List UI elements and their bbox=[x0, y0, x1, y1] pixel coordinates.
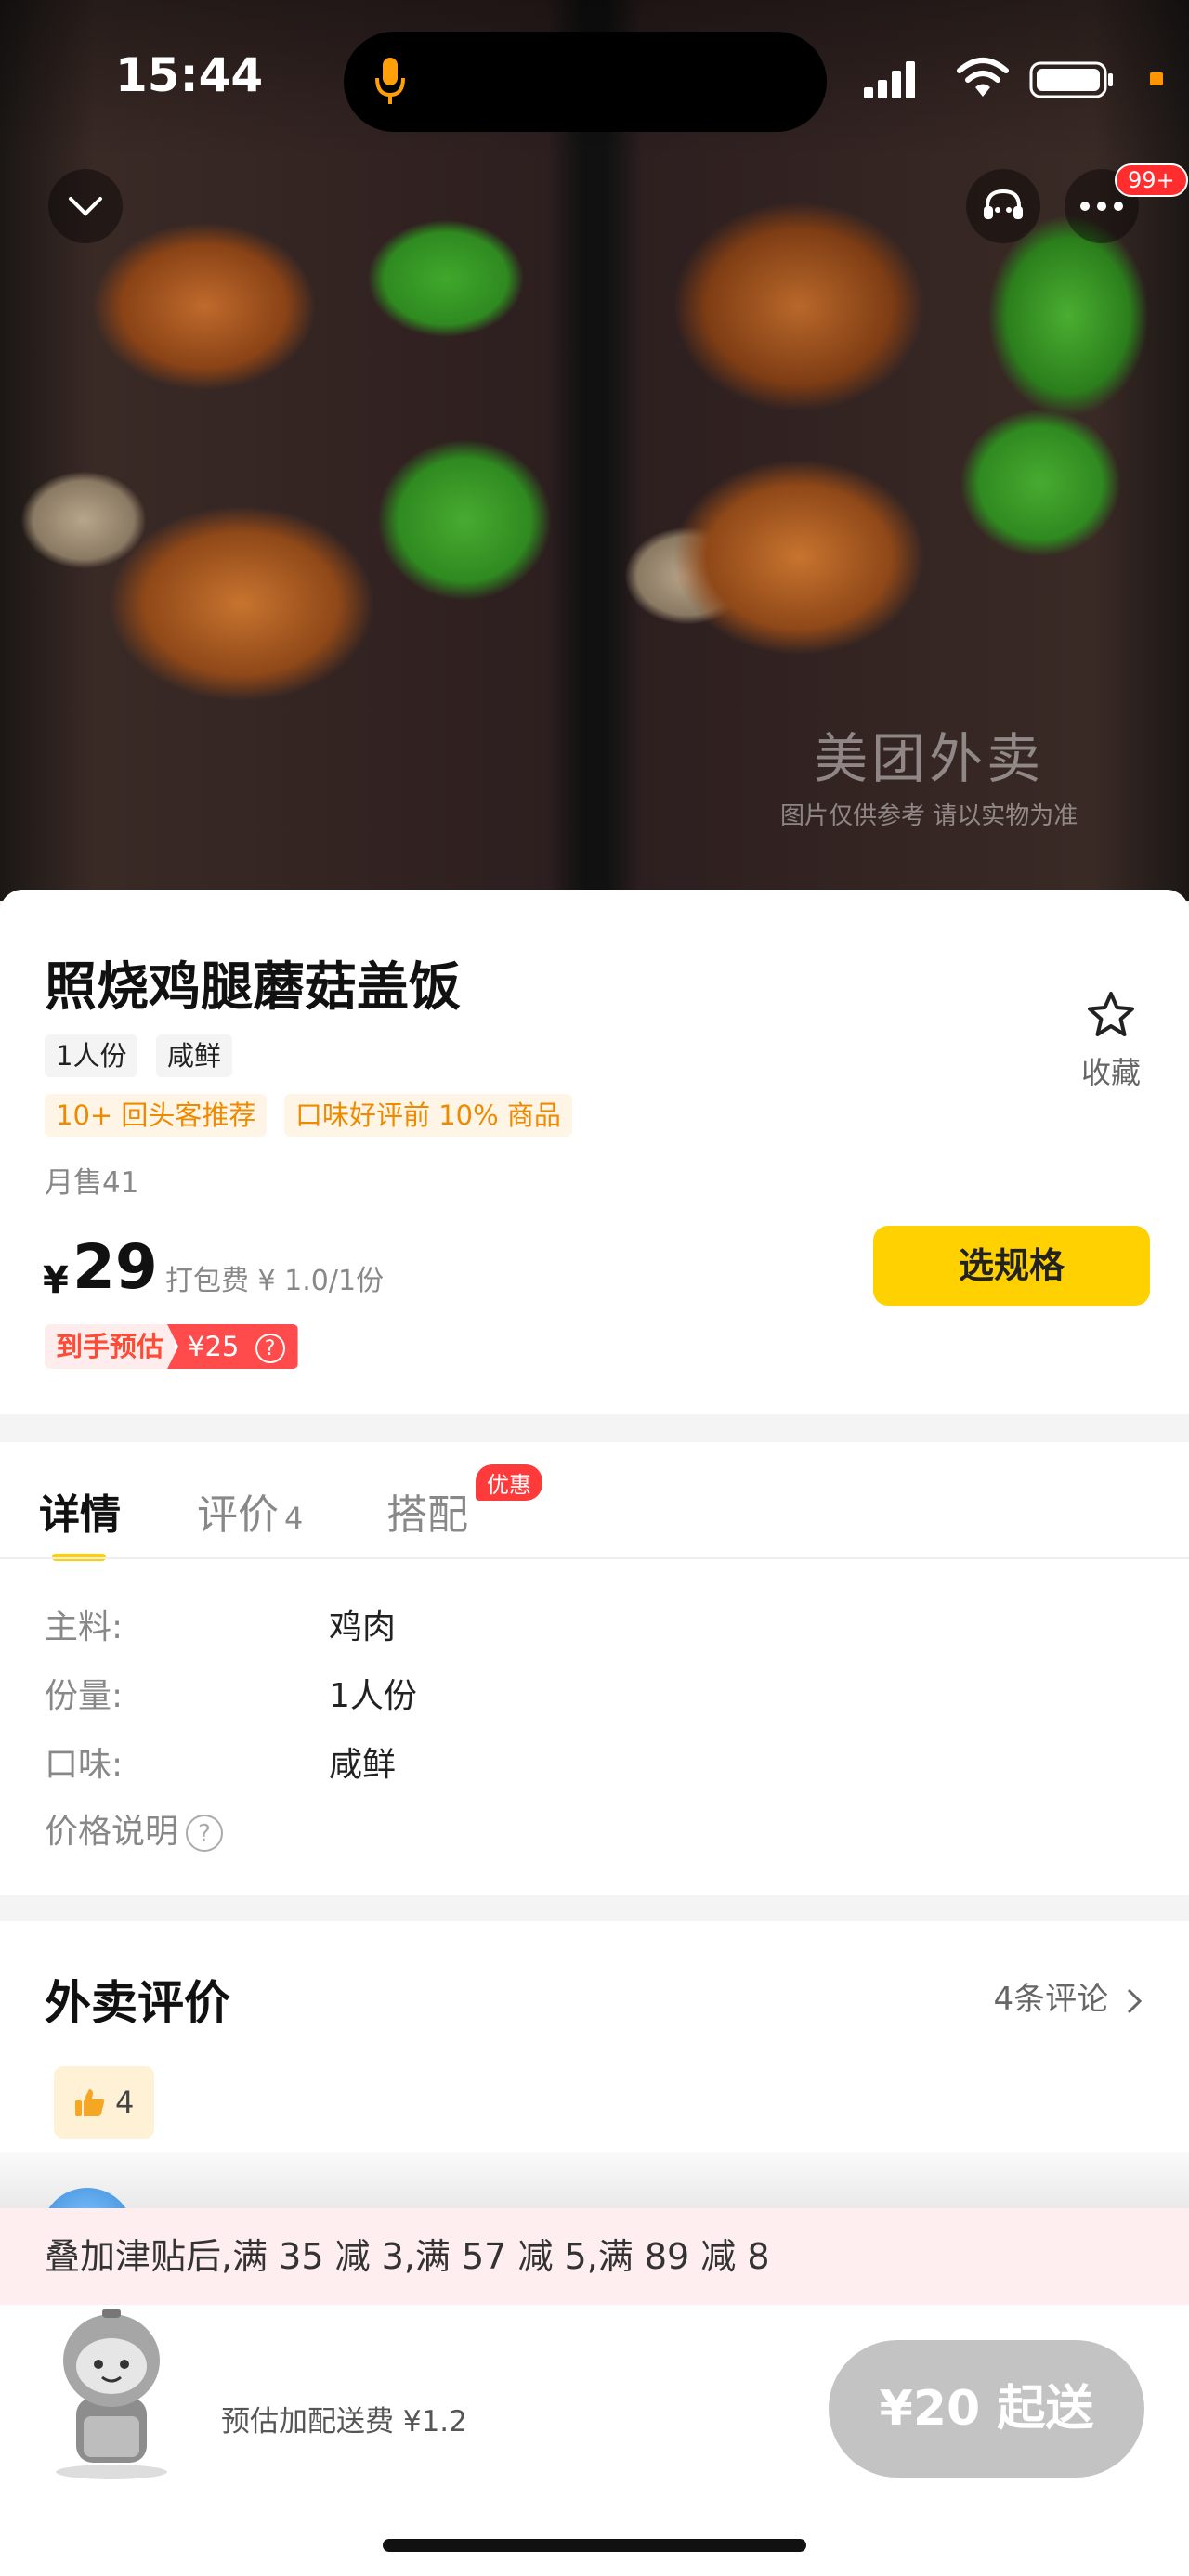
favorite-button[interactable]: 收藏 bbox=[1074, 990, 1148, 1092]
favorite-label: 收藏 bbox=[1080, 1055, 1141, 1090]
watermark-brand: 美团外卖 bbox=[814, 727, 1045, 790]
tab-reviews-count: 4 bbox=[284, 1501, 304, 1536]
help-icon: ? bbox=[255, 1334, 285, 1363]
more-dots-icon bbox=[1080, 202, 1123, 211]
dynamic-island bbox=[344, 32, 827, 132]
min-order-button[interactable]: ¥20 起送 bbox=[829, 2340, 1144, 2478]
detail-section: 详情 评价 4 搭配 优惠 主料: 鸡肉 份量: 1人份 口味: 咸鲜 价格说明? bbox=[0, 1442, 1189, 1895]
likes-chip[interactable]: 4 bbox=[54, 2066, 155, 2139]
robot-mascot-icon[interactable] bbox=[37, 2296, 186, 2481]
star-icon bbox=[1088, 992, 1134, 1036]
price-explanation[interactable]: 价格说明? bbox=[45, 1804, 224, 1853]
status-bar: 15:44 bbox=[0, 0, 1189, 158]
chevron-down-icon bbox=[69, 197, 102, 216]
shipping-fee: 预估加配送费 ¥1.2 bbox=[221, 2405, 467, 2439]
home-indicator bbox=[383, 2539, 806, 2552]
watermark: 美团外卖 图片仅供参考 请以实物为准 bbox=[780, 715, 1078, 831]
thumbs-up-icon bbox=[75, 2089, 105, 2116]
price: 29 bbox=[72, 1231, 158, 1303]
detail-label-portion: 份量: bbox=[45, 1677, 124, 1715]
help-icon: ? bbox=[186, 1815, 224, 1852]
watermark-note: 图片仅供参考 请以实物为准 bbox=[780, 802, 1078, 830]
chevron-right-icon bbox=[1127, 1988, 1143, 2013]
microphone-icon bbox=[375, 58, 405, 104]
tab-details[interactable]: 详情 bbox=[39, 1481, 121, 1541]
detail-value-ingredient: 鸡肉 bbox=[329, 1608, 397, 1646]
tab-details-label: 详情 bbox=[39, 1491, 121, 1539]
likes-count: 4 bbox=[115, 2085, 135, 2120]
promo-repeat-customers: 10+ 回头客推荐 bbox=[45, 1094, 268, 1137]
back-button[interactable] bbox=[48, 169, 123, 243]
choose-spec-button[interactable]: 选规格 bbox=[873, 1226, 1150, 1306]
tab-reviews-label: 评价 bbox=[197, 1491, 279, 1539]
customer-service-button[interactable] bbox=[966, 169, 1040, 243]
checkout-bar: 预估加配送费 ¥1.2 ¥20 起送 bbox=[0, 2305, 1189, 2576]
price-explanation-label: 价格说明 bbox=[45, 1813, 179, 1851]
tab-combo[interactable]: 搭配 bbox=[386, 1481, 468, 1541]
notification-badge: 99+ bbox=[1115, 163, 1188, 197]
battery-icon bbox=[1029, 61, 1113, 98]
all-reviews-label: 4条评论 bbox=[993, 1981, 1109, 2018]
detail-value-flavor: 咸鲜 bbox=[329, 1746, 397, 1784]
status-time: 15:44 bbox=[115, 48, 264, 102]
detail-label-flavor: 口味: bbox=[45, 1746, 124, 1784]
recording-indicator bbox=[1150, 72, 1163, 85]
product-info-card: 照烧鸡腿蘑菇盖饭 收藏 1人份 咸鲜 10+ 回头客推荐 口味好评前 10% 商… bbox=[0, 890, 1189, 1414]
monthly-sales: 月售41 bbox=[45, 1166, 139, 1200]
detail-label-ingredient: 主料: bbox=[45, 1608, 124, 1646]
price-currency: ¥ bbox=[43, 1259, 69, 1302]
packaging-fee: 打包费 ¥ 1.0/1份 bbox=[165, 1265, 385, 1297]
discount-badge: 优惠 bbox=[476, 1464, 542, 1501]
estimate-price-value: ¥25 bbox=[188, 1331, 240, 1362]
headset-icon bbox=[984, 189, 1023, 219]
all-reviews-link[interactable]: 4条评论 bbox=[994, 1973, 1143, 2019]
tag-flavor: 咸鲜 bbox=[156, 1034, 233, 1077]
wifi-icon bbox=[957, 58, 1009, 97]
divider bbox=[0, 1557, 1189, 1559]
subsidy-banner: 叠加津贴后,满 35 减 3,满 57 减 5,满 89 减 8 bbox=[0, 2208, 1189, 2305]
tab-reviews[interactable]: 评价 4 bbox=[197, 1481, 303, 1541]
cellular-signal-icon bbox=[864, 61, 915, 98]
estimated-price-badge[interactable]: 到手预估 ¥25 ? bbox=[45, 1324, 298, 1369]
reviews-title: 外卖评价 bbox=[45, 1976, 230, 2030]
tab-combo-label: 搭配 bbox=[386, 1491, 468, 1539]
detail-value-portion: 1人份 bbox=[329, 1677, 417, 1715]
estimate-price: ¥25 ? bbox=[167, 1324, 298, 1369]
tag-portion: 1人份 bbox=[45, 1034, 138, 1077]
product-title: 照烧鸡腿蘑菇盖饭 bbox=[45, 957, 461, 1018]
estimate-label: 到手预估 bbox=[45, 1324, 176, 1369]
promo-top-rated: 口味好评前 10% 商品 bbox=[284, 1094, 572, 1137]
